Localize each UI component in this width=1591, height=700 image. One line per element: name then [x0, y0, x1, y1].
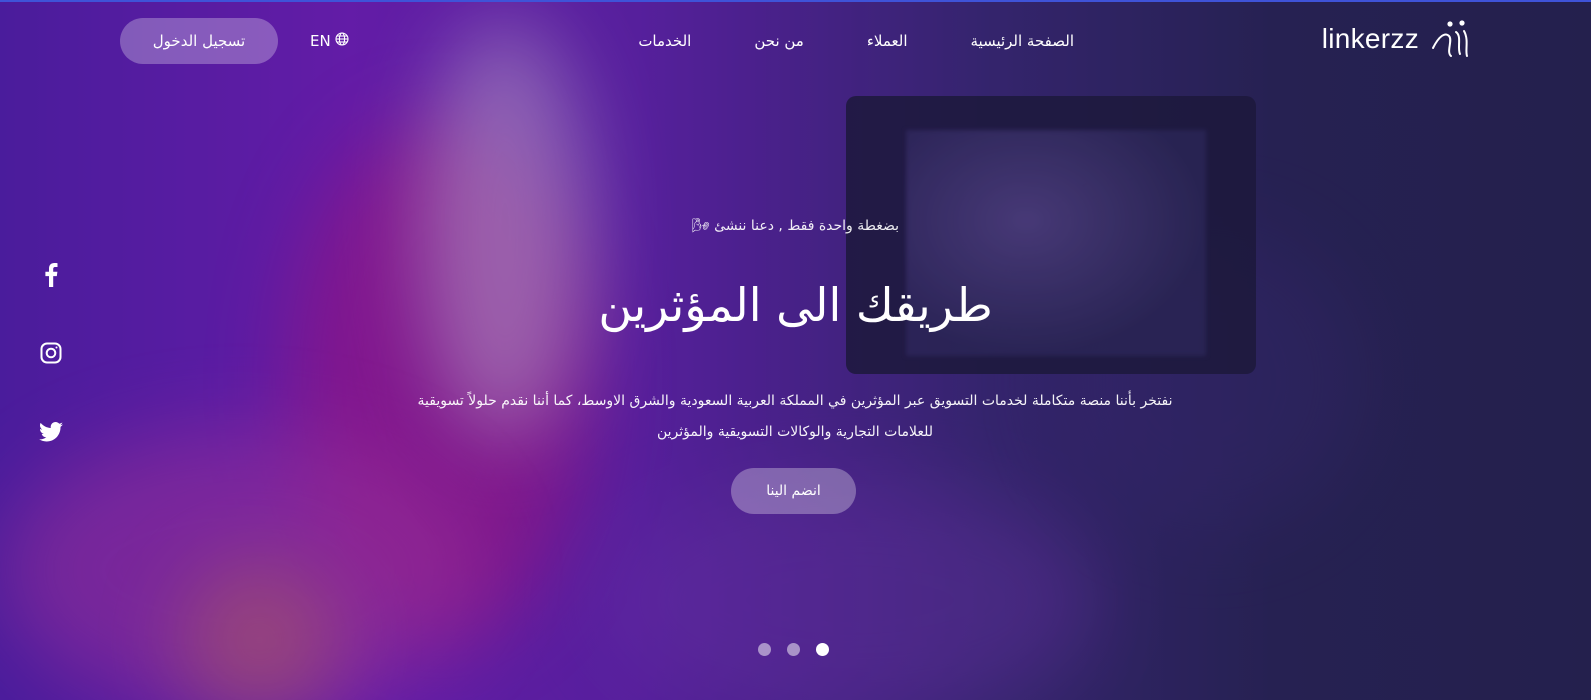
- language-switcher[interactable]: EN: [310, 32, 349, 50]
- carousel-dot-1[interactable]: [758, 643, 771, 656]
- language-label: EN: [310, 32, 331, 50]
- hero-tagline: بضغطة واحدة فقط , دعنا ننشئ 🌬: [691, 218, 900, 234]
- brand-logo[interactable]: linkerzz: [1322, 18, 1469, 60]
- twitter-icon[interactable]: [38, 419, 64, 445]
- site-header: linkerzz الصفحة الرئيسية العملاء من نحن …: [0, 0, 1591, 82]
- hero-title: طريقك الى المؤثرين: [598, 278, 993, 332]
- carousel-dot-2[interactable]: [787, 643, 800, 656]
- brand-name: linkerzz: [1321, 23, 1419, 54]
- nav-clients[interactable]: العملاء: [867, 32, 908, 50]
- join-us-button[interactable]: انضم الينا: [731, 468, 856, 514]
- nav-about[interactable]: من نحن: [754, 32, 804, 50]
- nav-services[interactable]: الخدمات: [638, 32, 691, 50]
- globe-icon: [335, 32, 349, 50]
- carousel-dot-3[interactable]: [816, 643, 829, 656]
- nav-home[interactable]: الصفحة الرئيسية: [971, 32, 1075, 50]
- carousel-dots: [758, 643, 829, 656]
- instagram-icon[interactable]: [38, 340, 64, 366]
- linkerzz-logo-mark-icon: [1429, 18, 1469, 60]
- hero-background-image: [0, 0, 1591, 700]
- main-nav: الصفحة الرئيسية العملاء من نحن الخدمات: [638, 32, 1074, 50]
- login-button[interactable]: تسجيل الدخول: [120, 18, 278, 64]
- hero-description: نفتخر بأننا منصة متكاملة لخدمات التسويق …: [417, 393, 1173, 440]
